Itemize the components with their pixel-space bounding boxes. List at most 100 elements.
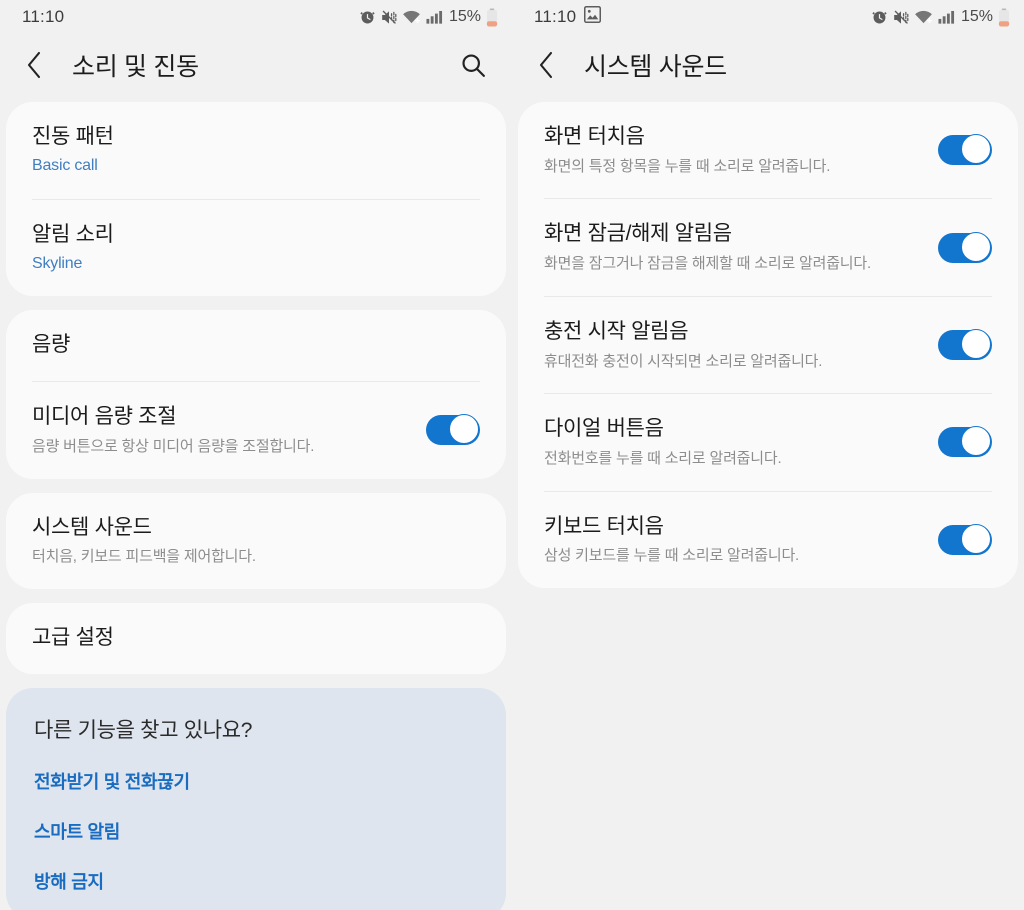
row-subtitle: 화면의 특정 항목을 누를 때 소리로 알려줍니다. (544, 157, 831, 175)
toggle-dialing-keypad-tone[interactable] (938, 426, 992, 458)
row-subtitle: 화면을 잠그거나 잠금을 해제할 때 소리로 알려줍니다. (544, 255, 871, 273)
row-text: 음량 (32, 332, 480, 359)
row-media-volume-control[interactable]: 미디어 음량 조절 음량 버튼으로 항상 미디어 음량을 조절합니다. (6, 382, 506, 478)
dual-screenshot: 11:10 15% 소리 및 진동 진동 패턴 Basic call 알림 소리… (0, 0, 1024, 910)
row-system-sound[interactable]: 시스템 사운드 터치음, 키보드 피드백을 제어합니다. (6, 493, 506, 589)
status-bar-left: 11:10 (534, 6, 602, 28)
image-icon (584, 6, 602, 28)
wifi-icon (402, 9, 421, 25)
row-title: 고급 설정 (32, 625, 114, 649)
card-advanced-settings: 고급 설정 (6, 602, 506, 674)
mute-icon (381, 9, 397, 26)
row-subtitle: 터치음, 키보드 피드백을 제어합니다. (32, 548, 256, 566)
row-volume[interactable]: 음량 (6, 310, 506, 381)
status-bar-left: 11:10 (22, 7, 64, 27)
row-advanced-settings[interactable]: 고급 설정 (6, 603, 506, 674)
row-text: 진동 패턴 Basic call (32, 124, 480, 177)
row-title: 미디어 음량 조절 (32, 405, 177, 429)
row-text: 화면 터치음 화면의 특정 항목을 누를 때 소리로 알려줍니다. (544, 124, 920, 176)
left-app-bar: 소리 및 진동 (0, 34, 512, 96)
row-keyboard-sound[interactable]: 키보드 터치음 삼성 키보드를 누를 때 소리로 알려줍니다. (518, 492, 1018, 588)
row-text: 다이얼 버튼음 전화번호를 누를 때 소리로 알려줍니다. (544, 416, 920, 468)
row-notification-sound[interactable]: 알림 소리 Skyline (6, 200, 506, 297)
row-title: 충전 시작 알림음 (544, 319, 689, 343)
row-title: 알림 소리 (32, 222, 114, 246)
battery-icon (486, 7, 498, 27)
row-title: 키보드 터치음 (544, 514, 664, 538)
toggle-knob (961, 231, 991, 262)
search-button[interactable] (456, 48, 490, 82)
toggle-keyboard-sound[interactable] (938, 523, 992, 555)
row-subtitle: Skyline (32, 254, 83, 272)
right-app-bar: 시스템 사운드 (512, 34, 1024, 96)
page-title: 소리 및 진동 (72, 53, 199, 81)
card-system-sound-options: 화면 터치음 화면의 특정 항목을 누를 때 소리로 알려줍니다. 화면 잠금/… (518, 102, 1018, 588)
left-status-bar: 11:10 15% (0, 0, 512, 34)
row-subtitle: 음량 버튼으로 항상 미디어 음량을 조절합니다. (32, 438, 315, 456)
search-icon (461, 53, 485, 77)
row-text: 고급 설정 (32, 625, 480, 652)
row-text: 키보드 터치음 삼성 키보드를 누를 때 소리로 알려줍니다. (544, 514, 920, 566)
status-bar-right: 15% (871, 7, 1010, 27)
card-vibration-sound: 진동 패턴 Basic call 알림 소리 Skyline (6, 102, 506, 297)
signal-icon (426, 10, 443, 25)
status-clock: 11:10 (534, 7, 577, 26)
row-title: 화면 잠금/해제 알림음 (544, 222, 732, 246)
page-title: 시스템 사운드 (584, 53, 727, 81)
row-charging-sound[interactable]: 충전 시작 알림음 휴대전화 충전이 시작되면 소리로 알려줍니다. (518, 297, 1018, 393)
alarm-icon (359, 9, 376, 26)
row-subtitle: 삼성 키보드를 누를 때 소리로 알려줍니다. (544, 547, 800, 565)
battery-icon (998, 7, 1010, 27)
row-text: 알림 소리 Skyline (32, 222, 480, 275)
row-title: 음량 (32, 333, 71, 357)
row-text: 화면 잠금/해제 알림음 화면을 잠그거나 잠금을 해제할 때 소리로 알려줍니… (544, 221, 920, 273)
toggle-media-volume-control[interactable] (426, 414, 480, 446)
mute-icon (893, 9, 909, 26)
suggestion-link-smart-alert[interactable]: 스마트 알림 (34, 818, 478, 844)
left-phone-screen: 11:10 15% 소리 및 진동 진동 패턴 Basic call 알림 소리… (0, 0, 512, 910)
right-phone-screen: 11:10 15% 시스템 사운드 화면 터치음 화면의 특정 항목을 누를 때… (512, 0, 1024, 910)
row-subtitle: 휴대전화 충전이 시작되면 소리로 알려줍니다. (544, 352, 823, 370)
row-subtitle: Basic call (32, 156, 98, 174)
toggle-knob (961, 328, 991, 359)
row-title: 시스템 사운드 (32, 515, 152, 539)
toggle-touch-sounds[interactable] (938, 134, 992, 166)
toggle-screen-lock-unlock-sound[interactable] (938, 231, 992, 263)
status-clock: 11:10 (22, 7, 65, 26)
card-system-sound: 시스템 사운드 터치음, 키보드 피드백을 제어합니다. (6, 492, 506, 589)
back-chevron-icon (539, 51, 553, 79)
back-button[interactable] (26, 48, 56, 82)
toggle-knob (961, 523, 991, 554)
row-text: 시스템 사운드 터치음, 키보드 피드백을 제어합니다. (32, 515, 480, 567)
card-volume: 음량 미디어 음량 조절 음량 버튼으로 항상 미디어 음량을 조절합니다. (6, 310, 506, 479)
row-title: 화면 터치음 (544, 125, 645, 148)
toggle-knob (961, 426, 991, 457)
toggle-knob (961, 134, 991, 165)
right-status-bar: 11:10 15% (512, 0, 1024, 34)
battery-percent-label: 15% (960, 8, 993, 25)
row-title: 다이얼 버튼음 (544, 417, 664, 441)
left-content: 진동 패턴 Basic call 알림 소리 Skyline 음량 미디어 음량… (0, 96, 512, 910)
row-screen-lock-unlock-sound[interactable]: 화면 잠금/해제 알림음 화면을 잠그거나 잠금을 해제할 때 소리로 알려줍니… (518, 199, 1018, 295)
toggle-knob (449, 414, 479, 445)
signal-icon (938, 10, 955, 25)
row-title: 진동 패턴 (32, 125, 114, 148)
back-chevron-icon (27, 51, 41, 79)
card-looking-for-something-else: 다른 기능을 찾고 있나요? 전화받기 및 전화끊기 스마트 알림 방해 금지 (6, 687, 506, 910)
suggestion-link-do-not-disturb[interactable]: 방해 금지 (34, 868, 478, 894)
alarm-icon (871, 9, 888, 26)
back-button[interactable] (538, 48, 568, 82)
row-subtitle: 전화번호를 누를 때 소리로 알려줍니다. (544, 450, 782, 467)
status-bar-right: 15% (359, 7, 498, 27)
row-touch-sounds[interactable]: 화면 터치음 화면의 특정 항목을 누를 때 소리로 알려줍니다. (518, 102, 1018, 198)
battery-percent-label: 15% (448, 8, 481, 25)
wifi-icon (914, 9, 933, 25)
right-content: 화면 터치음 화면의 특정 항목을 누를 때 소리로 알려줍니다. 화면 잠금/… (512, 96, 1024, 588)
row-vibration-pattern[interactable]: 진동 패턴 Basic call (6, 102, 506, 199)
row-dialing-keypad-tone[interactable]: 다이얼 버튼음 전화번호를 누를 때 소리로 알려줍니다. (518, 394, 1018, 490)
suggestion-heading: 다른 기능을 찾고 있나요? (34, 718, 253, 742)
suggestion-link-answering-ending-calls[interactable]: 전화받기 및 전화끊기 (34, 768, 478, 794)
toggle-charging-sound[interactable] (938, 328, 992, 360)
suggestion-inner: 다른 기능을 찾고 있나요? 전화받기 및 전화끊기 스마트 알림 방해 금지 (6, 688, 506, 910)
row-text: 충전 시작 알림음 휴대전화 충전이 시작되면 소리로 알려줍니다. (544, 319, 920, 371)
